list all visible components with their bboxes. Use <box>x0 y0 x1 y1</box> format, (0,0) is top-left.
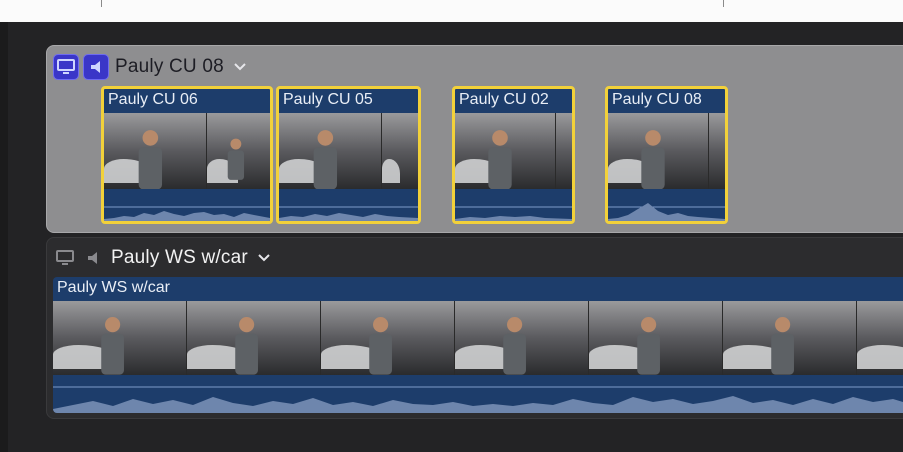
clip-pauly-cu-02[interactable]: Pauly CU 02 <box>452 86 575 224</box>
thumbnail <box>608 113 709 189</box>
timeline-gutter <box>0 22 8 452</box>
thumbnail <box>857 301 903 375</box>
audio-toggle-button[interactable] <box>81 246 105 270</box>
thumbnail <box>321 301 455 375</box>
audio-waveform <box>279 189 418 221</box>
angle-menu-button[interactable] <box>234 58 246 76</box>
angle-title: Pauly CU 08 <box>115 56 224 77</box>
clip-thumbnails <box>53 301 903 375</box>
monitor-icon <box>57 59 75 75</box>
clip-label: Pauly CU 06 <box>108 91 198 108</box>
chevron-down-icon <box>234 58 246 76</box>
speaker-icon <box>89 59 103 75</box>
video-toggle-button[interactable] <box>53 246 77 270</box>
thumbnail <box>104 113 207 189</box>
angle-menu-button[interactable] <box>258 249 270 267</box>
audio-waveform <box>53 375 903 413</box>
top-ruler-area <box>0 0 903 22</box>
thumbnail <box>53 301 187 375</box>
angle-row-pauly-ws-w-car[interactable]: Pauly WS w/car Pauly WS w/car <box>46 237 903 419</box>
audio-waveform <box>104 189 270 221</box>
ruler-tick <box>723 0 724 7</box>
clip-pauly-cu-06[interactable]: Pauly CU 06 <box>101 86 273 224</box>
thumbnail <box>589 301 723 375</box>
angle-title: Pauly WS w/car <box>111 247 248 268</box>
thumbnail <box>187 301 321 375</box>
angle-header: Pauly WS w/car <box>47 238 903 278</box>
angle-header: Pauly CU 08 <box>47 46 903 88</box>
thumbnail <box>723 301 857 375</box>
thumbnail <box>207 113 270 189</box>
clip-thumbnails <box>104 113 270 189</box>
audio-waveform <box>455 189 572 221</box>
clip-thumbnails <box>608 113 725 189</box>
clip-label: Pauly WS w/car <box>57 279 170 296</box>
clip-thumbnails <box>279 113 418 189</box>
clip-label: Pauly CU 02 <box>459 91 549 108</box>
thumbnail <box>709 113 725 189</box>
chevron-down-icon <box>258 249 270 267</box>
speaker-icon <box>86 250 100 266</box>
thumbnail <box>455 301 589 375</box>
thumbnail <box>279 113 382 189</box>
angle-row-pauly-cu-08[interactable]: Pauly CU 08 Pauly CU 06 Pauly CU 05 Paul… <box>46 45 903 233</box>
thumbnail <box>556 113 572 189</box>
clip-thumbnails <box>455 113 572 189</box>
clip-label: Pauly CU 08 <box>612 91 702 108</box>
thumbnail <box>382 113 418 189</box>
clip-pauly-cu-08[interactable]: Pauly CU 08 <box>605 86 728 224</box>
clip-pauly-cu-05[interactable]: Pauly CU 05 <box>276 86 421 224</box>
monitor-icon <box>56 250 74 266</box>
audio-waveform <box>608 189 725 221</box>
clip-pauly-ws-w-car[interactable]: Pauly WS w/car <box>53 277 903 413</box>
audio-toggle-button[interactable] <box>83 54 109 80</box>
clip-label: Pauly CU 05 <box>283 91 373 108</box>
thumbnail <box>455 113 556 189</box>
video-toggle-button[interactable] <box>53 54 79 80</box>
ruler-tick <box>101 0 102 7</box>
